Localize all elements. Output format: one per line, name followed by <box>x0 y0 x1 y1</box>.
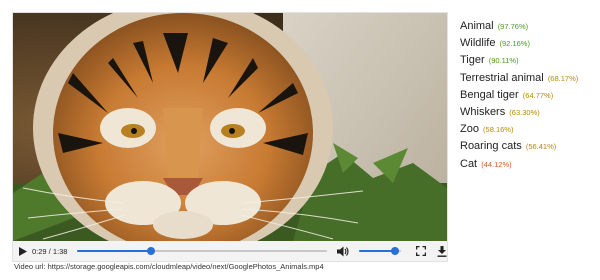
volume-handle[interactable] <box>390 247 399 255</box>
label-score: (92.16%) <box>499 39 530 49</box>
label-name: Bengal tiger <box>460 88 519 101</box>
label-score: (64.77%) <box>522 90 554 100</box>
label-name: Whiskers <box>460 106 506 119</box>
label-name: Tiger <box>460 54 485 67</box>
label-item: Cat (44.12%) <box>460 156 596 173</box>
label-item: Animal (97.76%) <box>460 18 596 35</box>
volume-level <box>359 250 395 252</box>
video-frame[interactable] <box>13 13 447 241</box>
label-item: Whiskers (63.30%) <box>460 104 596 121</box>
label-list: Animal (97.76%) Wildlife (92.16%) Tiger (9… <box>460 18 596 173</box>
video-player[interactable]: 0:29 / 1:38 <box>12 12 448 262</box>
volume-icon[interactable] <box>337 245 349 257</box>
label-item: Roaring cats (56.41%) <box>460 138 596 155</box>
seek-bar[interactable] <box>77 247 328 255</box>
label-score: (90.11%) <box>488 56 519 66</box>
volume-slider[interactable] <box>359 247 402 255</box>
label-score: (63.30%) <box>509 108 540 118</box>
label-name: Wildlife <box>460 37 496 50</box>
label-item: Wildlife (92.16%) <box>460 35 596 52</box>
tiger-image <box>13 13 447 241</box>
label-score: (56.41%) <box>525 142 557 152</box>
player-controls: 0:29 / 1:38 <box>13 241 447 261</box>
label-score: (68.17%) <box>547 73 579 83</box>
download-icon[interactable] <box>436 245 447 257</box>
label-item: Tiger (90.11%) <box>460 52 596 69</box>
label-score: (97.76%) <box>497 22 529 31</box>
time-display: 0:29 / 1:38 <box>31 246 68 256</box>
label-name: Terrestrial animal <box>460 71 544 84</box>
seek-progress <box>77 250 152 252</box>
label-name: Animal <box>460 20 494 32</box>
label-item: Terrestrial animal (68.17%) <box>460 70 596 87</box>
label-score: (44.12%) <box>481 159 512 169</box>
play-icon[interactable] <box>18 245 28 257</box>
label-item: Bengal tiger (64.77%) <box>460 87 596 104</box>
label-name: Roaring cats <box>460 140 522 153</box>
label-item: Zoo (58.16%) <box>460 121 596 138</box>
label-score: (58.16%) <box>483 125 514 135</box>
seek-handle[interactable] <box>147 247 156 255</box>
label-name: Cat <box>460 157 478 170</box>
fullscreen-icon[interactable] <box>415 246 426 257</box>
label-name: Zoo <box>460 123 479 136</box>
video-url-text: Video url: https://storage.googleapis.co… <box>14 262 324 271</box>
